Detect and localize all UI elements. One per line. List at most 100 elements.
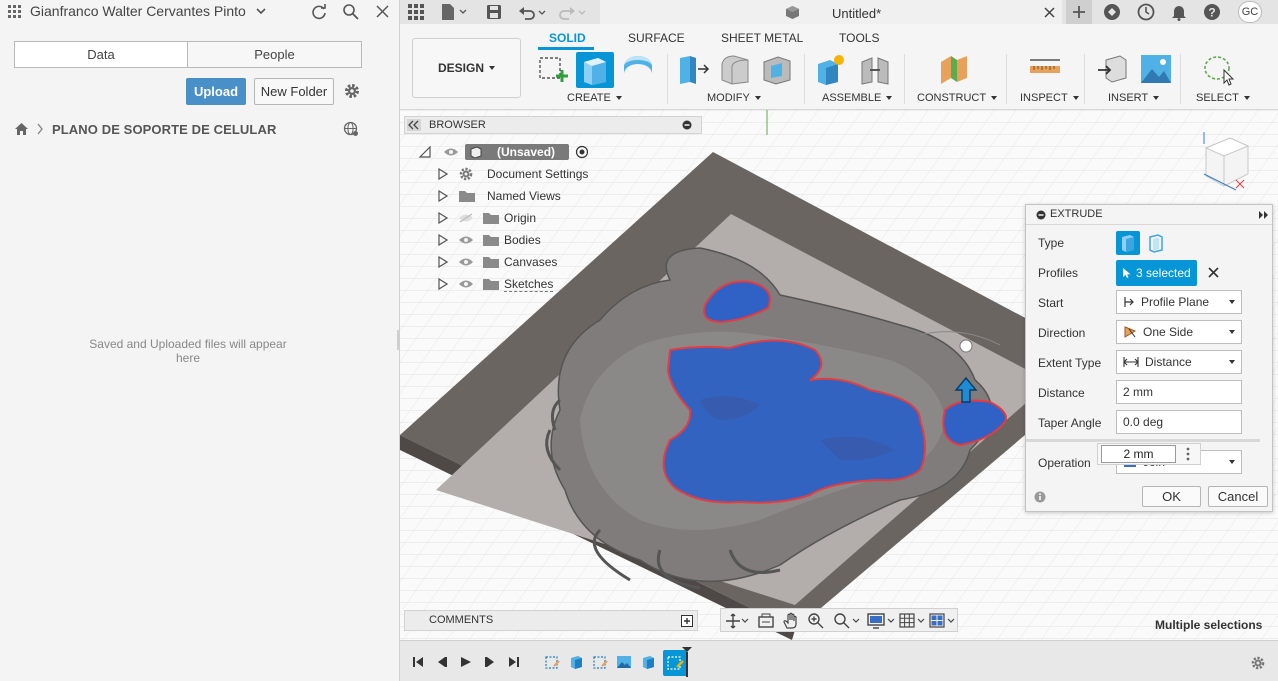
direction-select[interactable]: One Side <box>1116 320 1242 344</box>
expand-triangle-icon[interactable] <box>438 278 458 290</box>
apps-grid-icon[interactable] <box>8 5 22 19</box>
pan-hand-icon[interactable] <box>782 612 800 630</box>
tab-solid[interactable]: SOLID <box>549 31 586 45</box>
timeline-extrude-feature[interactable] <box>568 654 584 670</box>
tree-root-pill[interactable]: (Unsaved) <box>465 144 570 160</box>
tree-item-document-settings[interactable]: Document Settings <box>418 163 618 185</box>
info-icon[interactable] <box>1034 491 1046 503</box>
cancel-button[interactable]: Cancel <box>1208 486 1268 507</box>
timeline-extrude-feature[interactable] <box>640 654 656 670</box>
distance-input[interactable] <box>1116 380 1242 404</box>
profiles-selection-button[interactable]: 3 selected <box>1116 260 1197 286</box>
upload-button[interactable]: Upload <box>186 78 246 105</box>
go-to-end-icon[interactable] <box>508 656 520 668</box>
new-folder-button[interactable]: New Folder <box>254 78 334 105</box>
redo-icon[interactable] <box>558 4 588 20</box>
expand-triangle-icon[interactable] <box>438 168 458 180</box>
minimize-browser-icon[interactable] <box>682 120 692 130</box>
eye-hidden-icon[interactable] <box>458 213 482 223</box>
comments-bar[interactable]: COMMENTS <box>404 610 698 631</box>
expand-triangle-icon[interactable] <box>438 190 458 202</box>
tab-data[interactable]: Data <box>14 41 188 68</box>
refresh-icon[interactable] <box>310 3 328 21</box>
expand-dialog-icon[interactable] <box>1258 210 1270 220</box>
tree-item-bodies[interactable]: Bodies <box>418 229 618 251</box>
press-pull-icon[interactable] <box>676 52 710 86</box>
chevron-down-icon[interactable] <box>256 6 266 16</box>
close-tab-icon[interactable] <box>1044 7 1055 18</box>
revolve-tool-icon[interactable] <box>621 52 655 86</box>
fillet-icon[interactable] <box>718 52 752 86</box>
grid-settings-icon[interactable] <box>899 612 927 630</box>
insert-canvas-icon[interactable] <box>1139 52 1173 86</box>
user-name[interactable]: Gianfranco Walter Cervantes Pinto <box>30 3 246 19</box>
extrude-tool-icon[interactable] <box>576 52 614 88</box>
display-settings-icon[interactable] <box>867 612 897 630</box>
look-at-icon[interactable] <box>757 613 775 629</box>
tree-item-canvases[interactable]: Canvases <box>418 251 618 273</box>
shell-icon[interactable] <box>760 52 794 86</box>
eye-icon[interactable] <box>458 257 482 267</box>
tree-item-origin[interactable]: Origin <box>418 207 618 229</box>
timeline-canvas-feature[interactable] <box>616 654 632 670</box>
home-icon[interactable] <box>14 122 29 136</box>
data-panel-toggle-icon[interactable] <box>408 4 424 20</box>
select-tool-icon[interactable] <box>1202 52 1236 86</box>
tree-item-sketches[interactable]: Sketches <box>418 273 618 295</box>
tree-root[interactable]: (Unsaved) <box>418 141 618 163</box>
step-forward-icon[interactable] <box>484 656 496 668</box>
file-menu-icon[interactable] <box>440 3 470 21</box>
undo-icon[interactable] <box>518 4 548 20</box>
extent-type-select[interactable]: Distance <box>1116 350 1242 374</box>
insert-derive-icon[interactable] <box>1096 52 1130 86</box>
create-menu[interactable]: CREATE <box>567 92 622 104</box>
start-select[interactable]: Profile Plane <box>1116 290 1242 314</box>
add-comment-icon[interactable] <box>681 615 693 627</box>
save-icon[interactable] <box>486 4 502 20</box>
timeline-sketch-feature[interactable] <box>592 654 608 670</box>
viewports-icon[interactable] <box>929 612 957 630</box>
more-options-icon[interactable] <box>1186 447 1190 461</box>
tree-item-named-views[interactable]: Named Views <box>418 185 618 207</box>
expand-root-icon[interactable] <box>418 145 438 159</box>
inspect-menu[interactable]: INSPECT <box>1020 92 1079 104</box>
browser-header[interactable]: BROWSER <box>404 116 702 134</box>
play-icon[interactable] <box>460 656 472 668</box>
taper-angle-input[interactable] <box>1116 410 1242 434</box>
extensions-icon[interactable] <box>1103 3 1121 21</box>
new-component-icon[interactable] <box>814 52 848 86</box>
ok-button[interactable]: OK <box>1142 486 1201 507</box>
insert-menu[interactable]: INSERT <box>1108 92 1160 104</box>
zoom-icon[interactable] <box>807 612 825 630</box>
type-solid-button[interactable] <box>1116 231 1140 255</box>
extrude-dialog-header[interactable]: EXTRUDE <box>1026 205 1272 225</box>
step-back-icon[interactable] <box>436 656 448 668</box>
go-to-start-icon[interactable] <box>412 656 424 668</box>
tab-surface[interactable]: SURFACE <box>628 31 685 45</box>
eye-icon[interactable] <box>458 235 482 245</box>
expand-triangle-icon[interactable] <box>438 256 458 268</box>
eye-icon[interactable] <box>458 279 482 289</box>
search-icon[interactable] <box>342 3 360 21</box>
minimize-dialog-icon[interactable] <box>1036 210 1046 220</box>
document-tab[interactable] <box>600 0 1062 24</box>
timeline-settings-gear-icon[interactable] <box>1250 655 1266 671</box>
type-thin-button[interactable] <box>1144 231 1168 255</box>
modify-menu[interactable]: MODIFY <box>707 92 761 104</box>
activate-radio-icon[interactable] <box>575 145 589 159</box>
job-status-icon[interactable] <box>1137 3 1155 21</box>
create-sketch-icon[interactable] <box>536 52 570 86</box>
joint-icon[interactable] <box>858 52 892 86</box>
timeline-marker[interactable] <box>682 647 692 677</box>
globe-settings-icon[interactable] <box>343 121 359 137</box>
expand-triangle-icon[interactable] <box>438 212 458 224</box>
orbit-icon[interactable] <box>725 613 749 629</box>
help-icon[interactable]: ? <box>1203 3 1221 21</box>
eye-icon[interactable] <box>443 147 465 157</box>
inline-distance-input[interactable] <box>1101 445 1176 463</box>
fit-zoom-icon[interactable] <box>833 612 861 630</box>
tab-tools[interactable]: TOOLS <box>839 31 879 45</box>
select-menu[interactable]: SELECT <box>1196 92 1250 104</box>
tab-sheet-metal[interactable]: SHEET METAL <box>721 31 803 45</box>
expand-triangle-icon[interactable] <box>438 234 458 246</box>
